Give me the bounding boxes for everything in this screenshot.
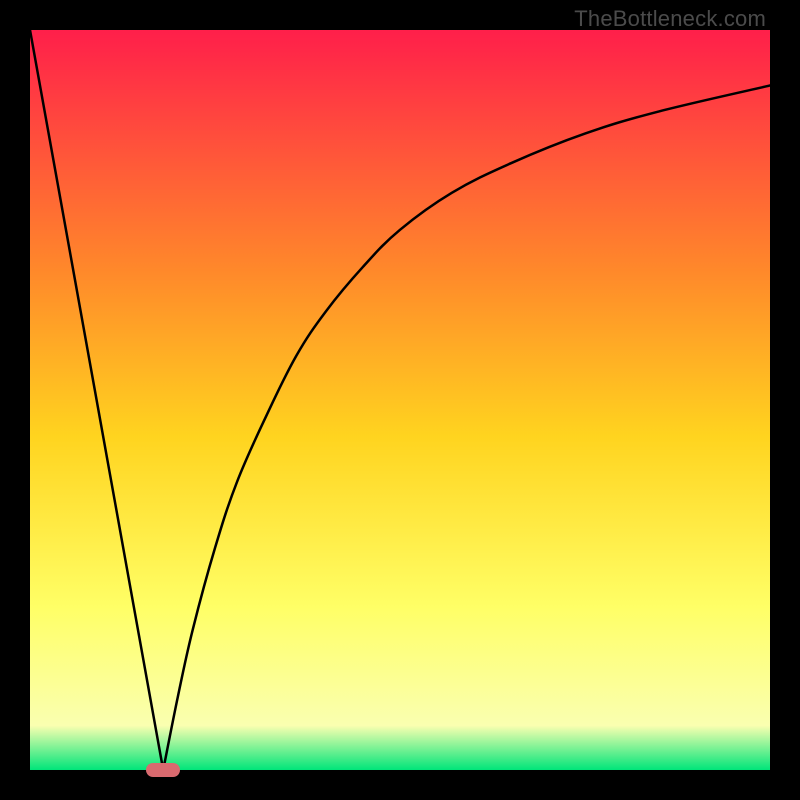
chart-frame: TheBottleneck.com	[0, 0, 800, 800]
plot-area	[30, 30, 770, 770]
optimal-marker	[146, 763, 180, 777]
watermark-text: TheBottleneck.com	[574, 6, 766, 32]
bottleneck-curve	[30, 30, 770, 770]
curve-layer	[30, 30, 770, 770]
